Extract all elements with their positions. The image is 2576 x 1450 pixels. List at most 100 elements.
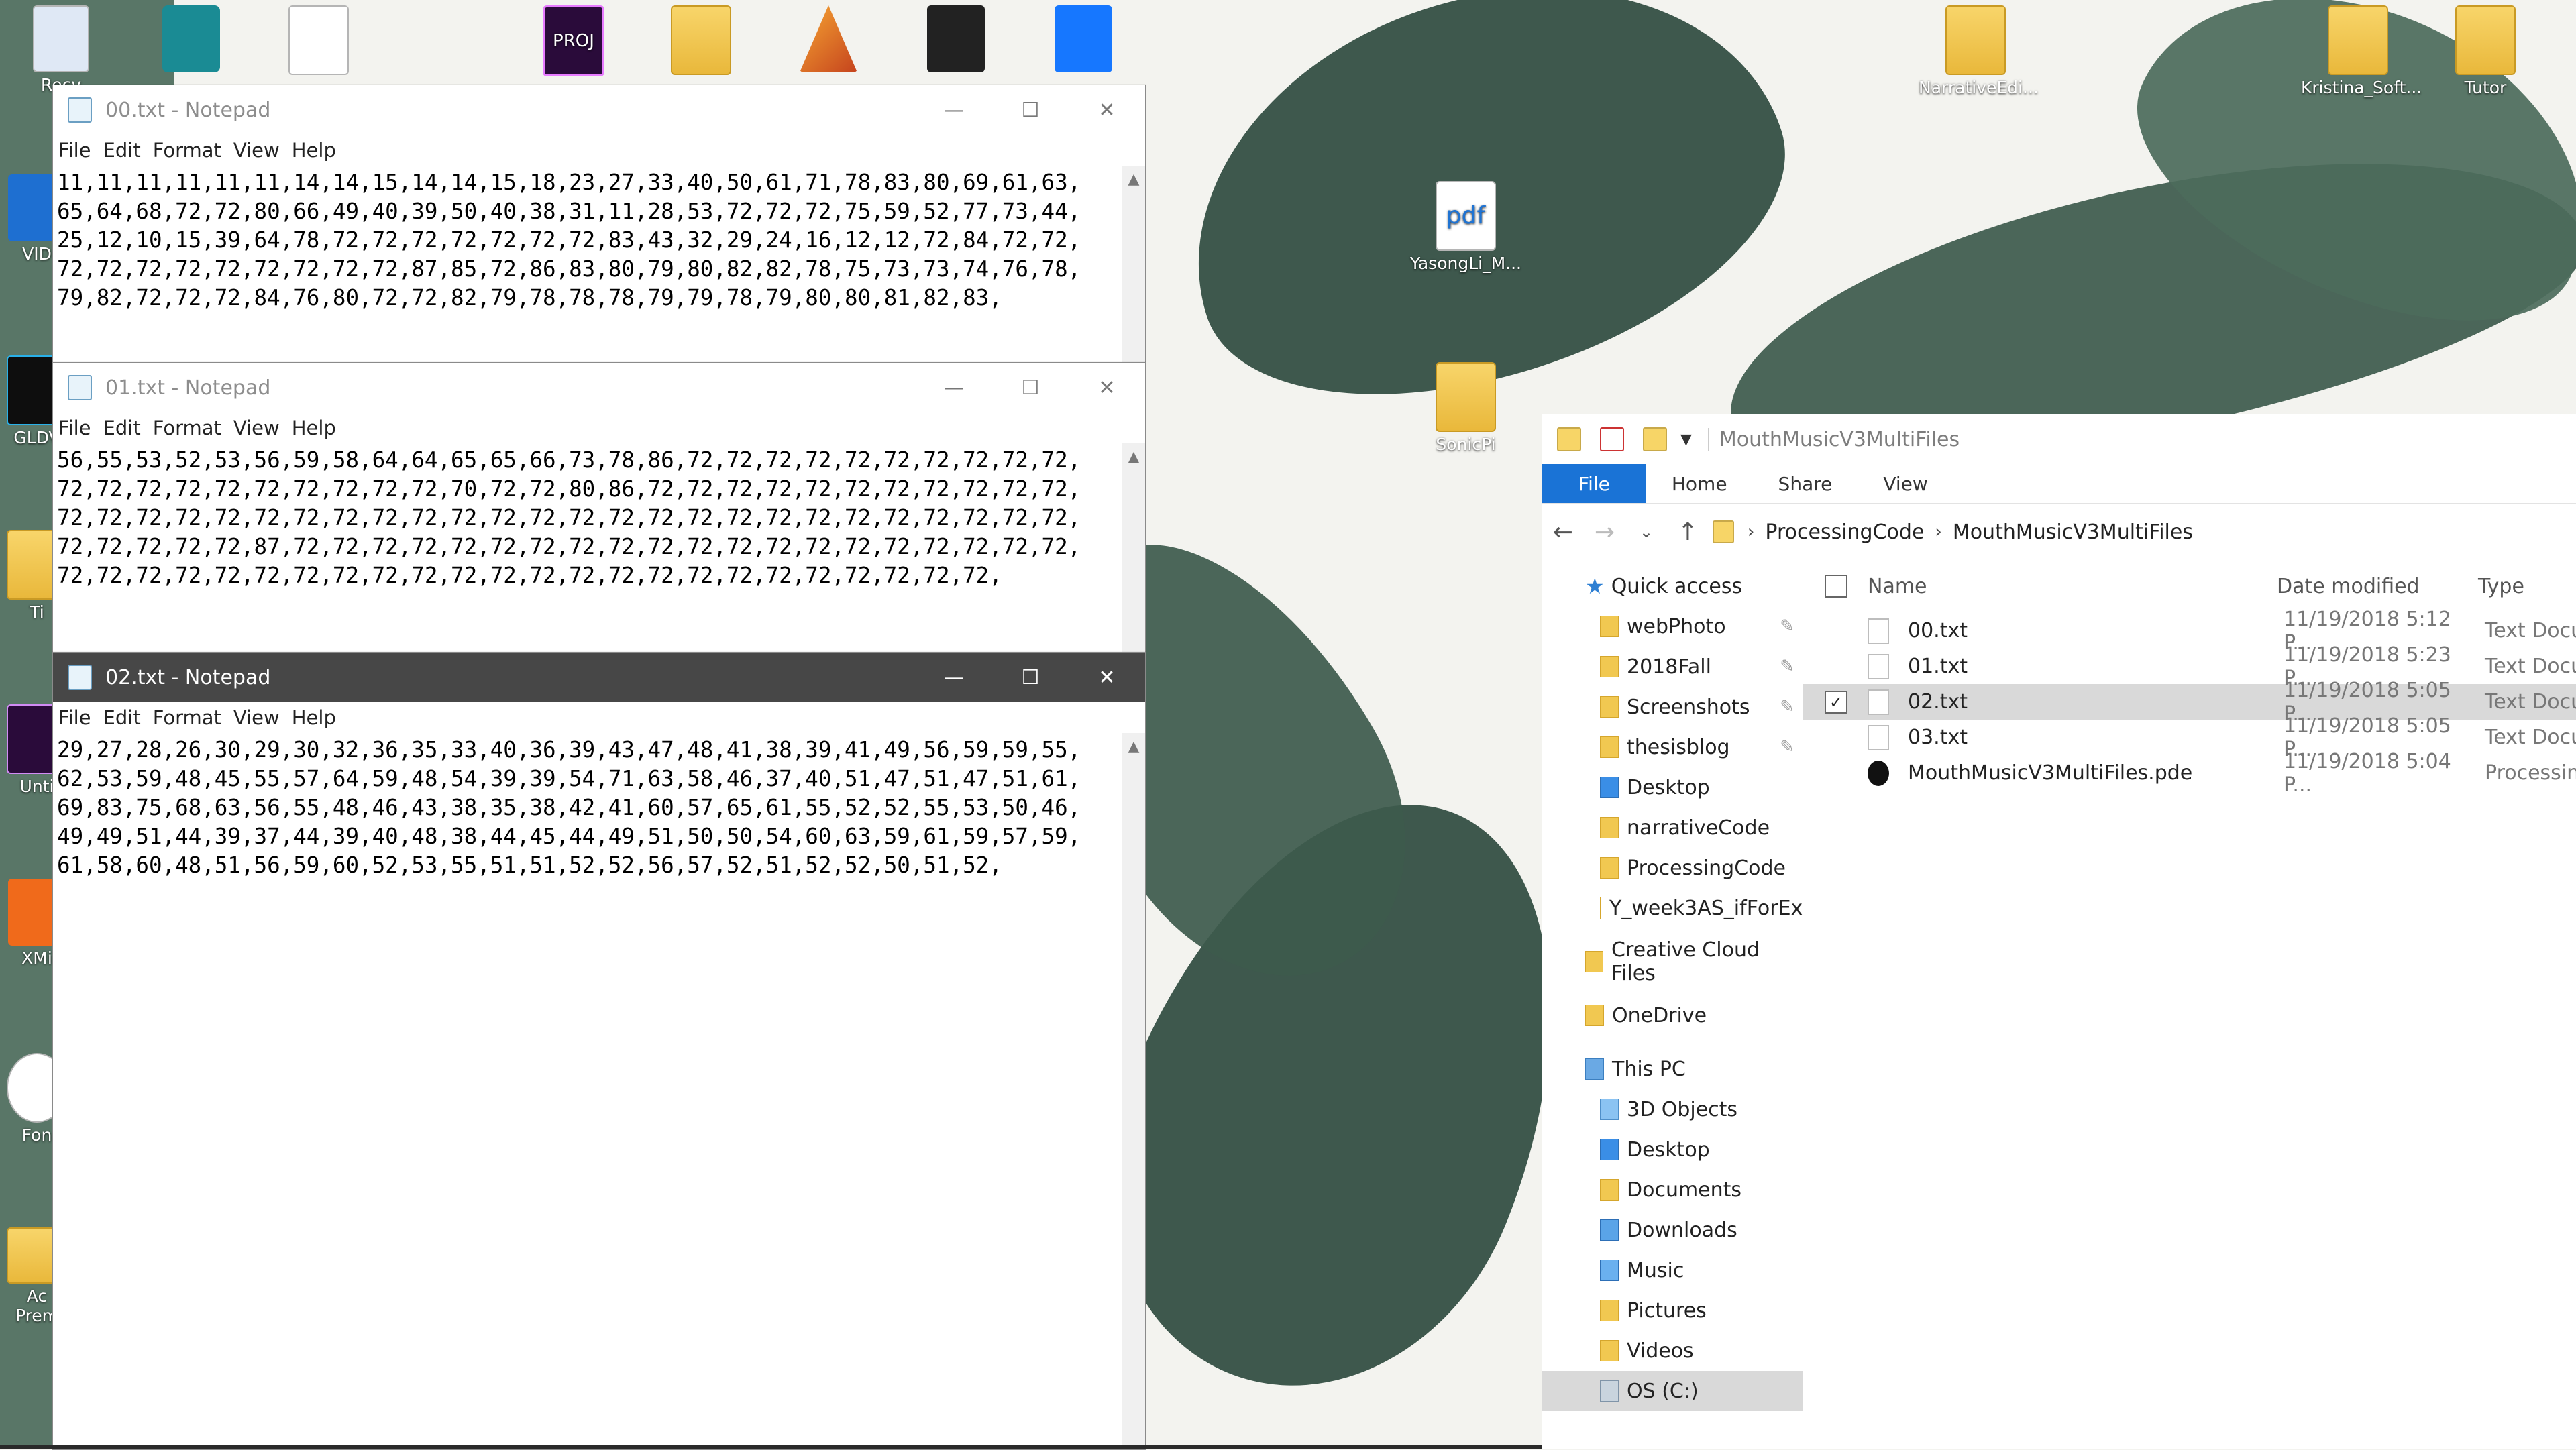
column-type[interactable]: Type xyxy=(2478,575,2524,598)
menu-view[interactable]: View xyxy=(233,706,280,729)
menu-file[interactable]: File xyxy=(58,416,91,439)
scroll-up-icon[interactable]: ▲ xyxy=(1122,443,1145,470)
text-editor[interactable]: 56,55,53,52,53,56,59,58,64,64,65,65,66,7… xyxy=(53,443,1145,590)
breadcrumb-current-folder[interactable]: MouthMusicV3MultiFiles xyxy=(1953,520,2193,544)
column-date-modified[interactable]: Date modified xyxy=(2277,575,2478,598)
properties-icon[interactable] xyxy=(1600,427,1624,451)
desktop-icon-tutor[interactable]: Tutor xyxy=(2428,5,2542,97)
tab-share[interactable]: Share xyxy=(1753,464,1858,503)
explorer-body: ★ Quick access webPhoto ✎ 2018Fall ✎ Screen… xyxy=(1542,559,2576,1449)
minimize-button[interactable]: — xyxy=(916,363,992,412)
desktop-icon-arduino[interactable] xyxy=(134,5,248,75)
maximize-button[interactable]: ☐ xyxy=(992,363,1069,412)
nav-videos[interactable]: Videos xyxy=(1542,1331,1803,1371)
nav-thesisblog[interactable]: thesisblog ✎ xyxy=(1542,727,1803,767)
menu-help[interactable]: Help xyxy=(292,139,336,162)
menu-format[interactable]: Format xyxy=(153,416,221,439)
menu-edit[interactable]: Edit xyxy=(103,416,141,439)
minimize-button[interactable]: — xyxy=(916,85,992,135)
breadcrumb-separator: › xyxy=(1935,522,1942,542)
tab-view[interactable]: View xyxy=(1858,464,1953,503)
navigation-pane[interactable]: ★ Quick access webPhoto ✎ 2018Fall ✎ Screen… xyxy=(1542,559,1803,1449)
file-explorer-window[interactable]: ▼ MouthMusicV3MultiFiles File Home Share… xyxy=(1542,414,2576,1449)
notepad-titlebar[interactable]: 00.txt - Notepad — ☐ ✕ xyxy=(53,85,1145,135)
desktop-icon-zhihu[interactable] xyxy=(1026,5,1140,75)
nav-2018fall[interactable]: 2018Fall ✎ xyxy=(1542,647,1803,687)
desktop-icon-matlab[interactable] xyxy=(771,5,885,75)
menu-view[interactable]: View xyxy=(233,139,280,162)
minimize-button[interactable]: — xyxy=(916,653,992,702)
nav-y-week3as[interactable]: Y_week3AS_ifForExa xyxy=(1542,888,1803,928)
desktop-icon-recycle-bin[interactable]: Recy xyxy=(4,5,118,95)
close-button[interactable]: ✕ xyxy=(1069,85,1145,135)
desktop-icon-kristina[interactable]: Kristina_Soft... xyxy=(2301,5,2422,97)
menu-format[interactable]: Format xyxy=(153,139,221,162)
scroll-up-icon[interactable]: ▲ xyxy=(1122,166,1145,192)
nav-webphoto[interactable]: webPhoto ✎ xyxy=(1542,606,1803,647)
menu-help[interactable]: Help xyxy=(292,416,336,439)
menu-file[interactable]: File xyxy=(58,139,91,162)
maximize-button[interactable]: ☐ xyxy=(992,653,1069,702)
vertical-scrollbar[interactable]: ▲ xyxy=(1122,733,1145,1449)
menu-help[interactable]: Help xyxy=(292,706,336,729)
nav-screenshots[interactable]: Screenshots ✎ xyxy=(1542,687,1803,727)
row-checkbox-checked[interactable]: ✓ xyxy=(1825,690,1847,714)
tab-home[interactable]: Home xyxy=(1646,464,1753,503)
breadcrumb-processingcode[interactable]: ProcessingCode xyxy=(1765,520,1924,544)
nav-os-drive[interactable]: OS (C:) xyxy=(1542,1371,1803,1411)
nav-onedrive[interactable]: OneDrive xyxy=(1542,995,1803,1036)
vertical-scrollbar[interactable]: ▲ xyxy=(1122,443,1145,653)
recent-locations-icon[interactable]: ⌄ xyxy=(1625,522,1667,541)
forward-icon[interactable]: → xyxy=(1584,518,1625,546)
notepad-window-02[interactable]: 02.txt - Notepad — ☐ ✕ File Edit Format … xyxy=(52,652,1146,1450)
close-button[interactable]: ✕ xyxy=(1069,653,1145,702)
notepad-window-00[interactable]: 00.txt - Notepad — ☐ ✕ File Edit Format … xyxy=(52,85,1146,364)
nav-desktop-pc[interactable]: Desktop xyxy=(1542,1129,1803,1170)
desktop-icon-document[interactable] xyxy=(262,5,376,78)
notepad-window-01[interactable]: 01.txt - Notepad — ☐ ✕ File Edit Format … xyxy=(52,362,1146,653)
desktop-icon-folder[interactable] xyxy=(644,5,758,78)
nav-narrativecode[interactable]: narrativeCode xyxy=(1542,807,1803,848)
menu-edit[interactable]: Edit xyxy=(103,139,141,162)
nav-creative-cloud[interactable]: Creative Cloud Files xyxy=(1542,938,1803,985)
desktop-icon-pdf[interactable]: pdf YasongLi_M... xyxy=(1409,181,1523,273)
up-icon[interactable]: ↑ xyxy=(1667,518,1709,546)
text-editor[interactable]: 29,27,28,26,30,29,30,32,36,35,33,40,36,3… xyxy=(53,733,1145,880)
column-name[interactable]: Name xyxy=(1868,575,2277,598)
nav-pictures[interactable]: Pictures xyxy=(1542,1290,1803,1331)
close-button[interactable]: ✕ xyxy=(1069,363,1145,412)
notepad-titlebar[interactable]: 01.txt - Notepad — ☐ ✕ xyxy=(53,363,1145,412)
menu-format[interactable]: Format xyxy=(153,706,221,729)
maximize-button[interactable]: ☐ xyxy=(992,85,1069,135)
desktop-icon-narrativeedi[interactable]: NarrativeEdi... xyxy=(1919,5,2039,97)
desktop-icon-sonicpi[interactable]: SonicPi xyxy=(1409,362,1523,454)
new-folder-icon[interactable] xyxy=(1643,427,1667,451)
customize-toolbar-icon[interactable]: ▼ xyxy=(1680,431,1692,448)
nav-processingcode[interactable]: ProcessingCode xyxy=(1542,848,1803,888)
vertical-scrollbar[interactable]: ▲ xyxy=(1122,166,1145,363)
scroll-up-icon[interactable]: ▲ xyxy=(1122,733,1145,760)
nav-label: Videos xyxy=(1627,1339,1694,1363)
nav-documents[interactable]: Documents xyxy=(1542,1170,1803,1210)
menu-file[interactable]: File xyxy=(58,706,91,729)
menu-view[interactable]: View xyxy=(233,416,280,439)
nav-desktop[interactable]: Desktop xyxy=(1542,767,1803,807)
file-name: 03.txt xyxy=(1908,726,1968,749)
nav-music[interactable]: Music xyxy=(1542,1250,1803,1290)
folder-icon xyxy=(1600,696,1619,718)
tab-file[interactable]: File xyxy=(1542,464,1646,503)
nav-downloads[interactable]: Downloads xyxy=(1542,1210,1803,1250)
menu-edit[interactable]: Edit xyxy=(103,706,141,729)
nav-quick-access[interactable]: ★ Quick access xyxy=(1542,566,1803,606)
desktop-icon-premiere-project[interactable]: PROJ xyxy=(517,5,631,79)
explorer-titlebar[interactable]: ▼ MouthMusicV3MultiFiles xyxy=(1542,414,2576,464)
nav-this-pc[interactable]: This PC xyxy=(1542,1049,1803,1089)
menu-bar: File Edit Format View Help xyxy=(53,135,1145,166)
file-row[interactable]: MouthMusicV3MultiFiles.pde 11/19/2018 5:… xyxy=(1803,750,2576,797)
select-all-checkbox[interactable] xyxy=(1825,575,1847,598)
nav-3d-objects[interactable]: 3D Objects xyxy=(1542,1089,1803,1129)
desktop-icon-unity[interactable] xyxy=(899,5,1013,75)
back-icon[interactable]: ← xyxy=(1542,518,1584,546)
text-editor[interactable]: 11,11,11,11,11,11,14,14,15,14,14,15,18,2… xyxy=(53,166,1145,313)
notepad-titlebar[interactable]: 02.txt - Notepad — ☐ ✕ xyxy=(53,653,1145,702)
